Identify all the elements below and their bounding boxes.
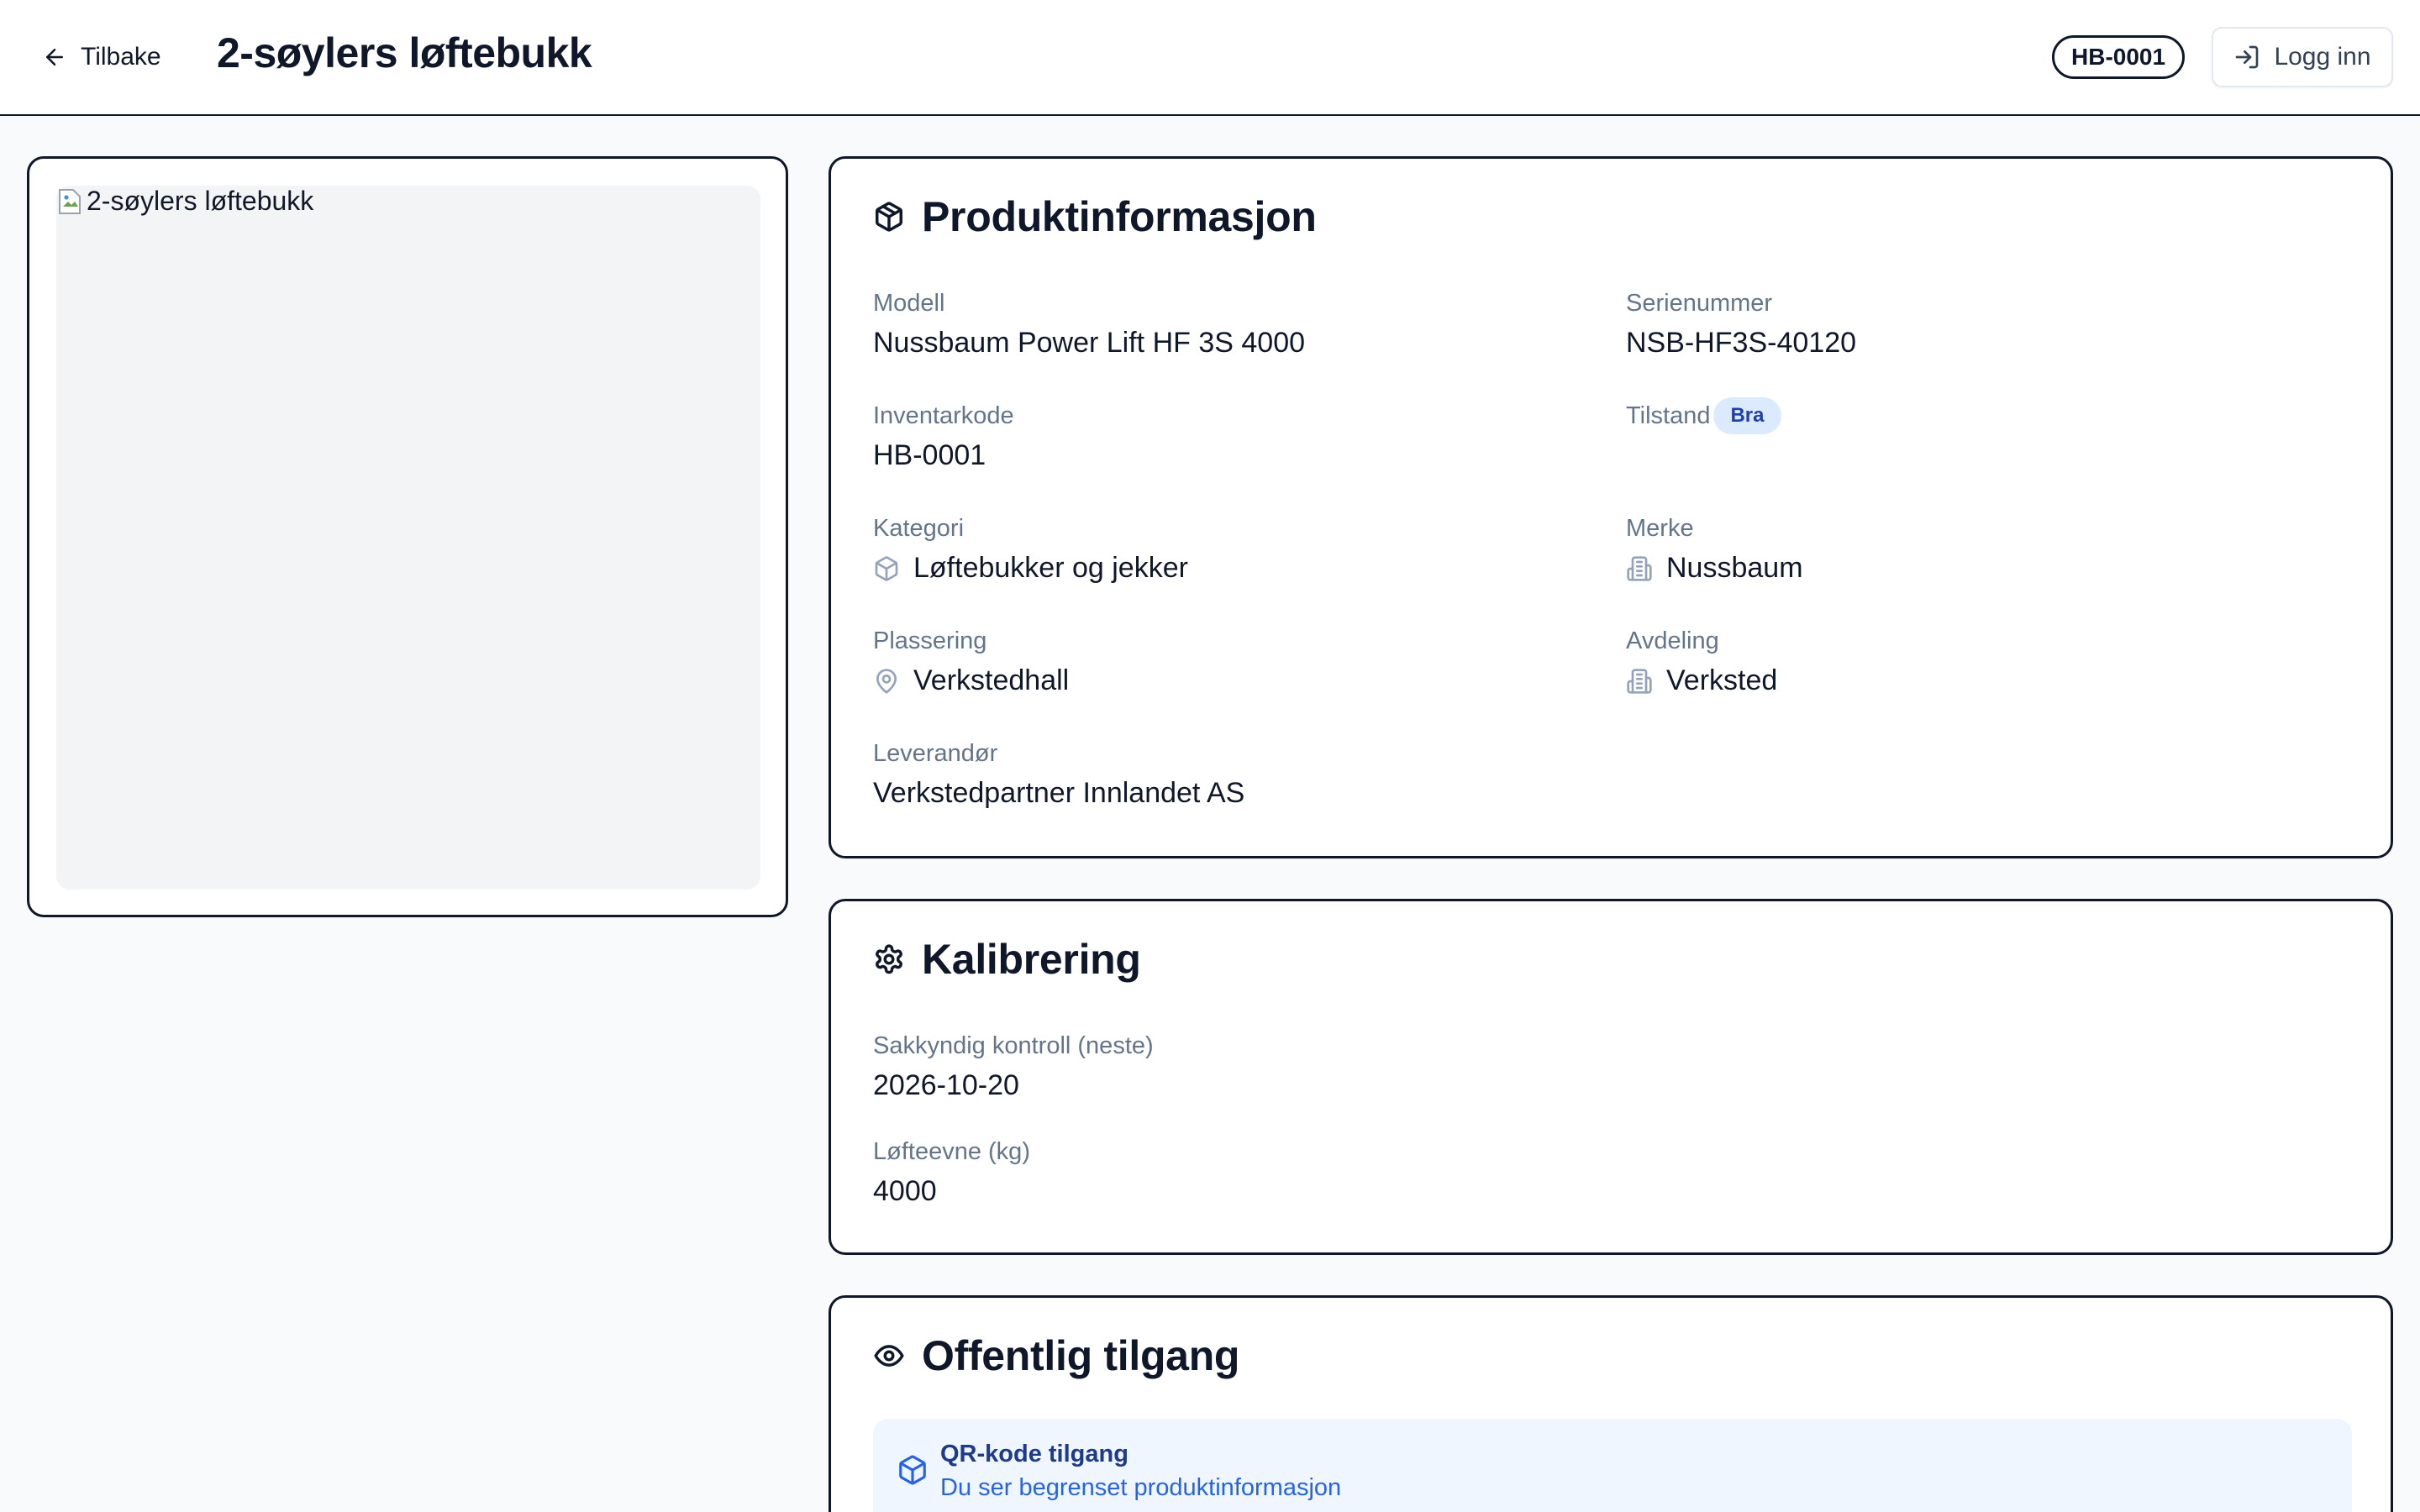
field-value: Nussbaum Power Lift HF 3S 4000 <box>873 327 1306 359</box>
public-access-heading: Offentlig tilgang <box>922 1332 1240 1379</box>
field-value: HB-0001 <box>873 439 986 471</box>
condition-label: Tilstand <box>1626 402 1711 429</box>
public-access-card: Offentlig tilgang QR-kode tilgang Du ser… <box>829 1295 2393 1512</box>
field-value: Verkstedpartner Innlandet AS <box>873 777 1245 809</box>
field-label: Avdeling <box>1626 627 1719 654</box>
top-header: Tilbake 2-søylers løftebukk HB-0001 Logg… <box>0 0 2420 116</box>
location-value: Verkstedhall <box>913 664 1070 696</box>
product-image: 2-søylers løftebukk <box>56 186 313 217</box>
qr-access-subtitle: Du ser begrenset produktinformasjon <box>940 1474 1342 1501</box>
calibration-card: Kalibrering Sakkyndig kontroll (neste) 2… <box>829 899 2393 1255</box>
product-info-card: Produktinformasjon Modell Nussbaum Power… <box>829 156 2393 858</box>
field-label: Inventarkode <box>873 402 1014 429</box>
field-inspection: Sakkyndig kontroll (neste) 2026-10-20 <box>873 1029 1154 1102</box>
field-serial: Serienummer NSB-HF3S-40120 <box>1626 286 1856 360</box>
log-in-icon <box>2236 45 2259 69</box>
building-icon <box>1627 668 1652 694</box>
field-value: Verkstedhall <box>873 664 1069 697</box>
package-icon <box>899 1455 926 1485</box>
field-capacity: Løfteevne (kg) 4000 <box>873 1135 1030 1208</box>
field-label: Plassering <box>873 627 987 654</box>
product-image-placeholder <box>56 186 760 890</box>
back-label: Tilbake <box>81 43 161 71</box>
inventory-code-badge: HB-0001 <box>2052 35 2186 79</box>
category-value: Løftebukker og jekker <box>913 552 1188 584</box>
field-label: Serienummer <box>1626 289 1773 317</box>
product-image-card: 2-søylers løftebukk <box>27 156 788 917</box>
field-condition: Tilstand Bra <box>1626 397 1781 434</box>
field-location: Plassering Verkstedhall <box>873 624 1069 697</box>
field-label: Leverandør <box>873 739 998 767</box>
field-category: Kategori Løftebukker og jekker <box>873 512 1188 585</box>
field-value: Nussbaum <box>1626 552 1803 585</box>
calibration-title: Kalibrering <box>873 935 1141 984</box>
page-title: 2-søylers løftebukk <box>217 29 592 76</box>
field-value: 4000 <box>873 1175 937 1207</box>
field-label: Sakkyndig kontroll (neste) <box>873 1032 1154 1059</box>
field-value: 2026-10-20 <box>873 1069 1019 1101</box>
field-supplier: Leverandør Verkstedpartner Innlandet AS <box>873 737 1244 810</box>
building-icon <box>1627 555 1652 581</box>
package-icon <box>875 555 898 581</box>
product-info-heading: Produktinformasjon <box>922 193 1317 240</box>
field-inventory-code: Inventarkode HB-0001 <box>873 399 1014 472</box>
field-label: Tilstand Bra <box>1626 397 1781 434</box>
public-access-title: Offentlig tilgang <box>873 1331 1239 1380</box>
package-icon <box>876 202 902 232</box>
qr-access-title: QR-kode tilgang <box>940 1441 1128 1467</box>
field-model: Modell Nussbaum Power Lift HF 3S 4000 <box>873 286 1305 360</box>
field-value: NSB-HF3S-40120 <box>1626 327 1857 359</box>
image-alt-text: 2-søylers løftebukk <box>87 186 314 216</box>
field-brand: Merke Nussbaum <box>1626 512 1803 585</box>
product-info-title: Produktinformasjon <box>873 192 1317 241</box>
broken-image-icon <box>56 186 83 217</box>
field-label: Kategori <box>873 514 965 542</box>
condition-badge: Bra <box>1713 397 1781 434</box>
department-value: Verksted <box>1666 664 1778 696</box>
field-label: Løfteevne (kg) <box>873 1137 1030 1165</box>
gear-icon <box>876 944 902 974</box>
brand-value: Nussbaum <box>1666 552 1803 584</box>
arrow-left-icon <box>46 49 63 66</box>
field-value: Løftebukker og jekker <box>873 552 1188 585</box>
eye-icon <box>874 1345 904 1367</box>
login-label: Logg inn <box>2274 43 2371 71</box>
field-label: Modell <box>873 289 945 317</box>
login-button[interactable]: Logg inn <box>2212 27 2393 87</box>
field-department: Avdeling Verksted <box>1626 624 1777 697</box>
calibration-heading: Kalibrering <box>922 936 1141 983</box>
field-value: Verksted <box>1626 664 1777 697</box>
field-label: Merke <box>1626 514 1694 542</box>
qr-access-notice: QR-kode tilgang Du ser begrenset produkt… <box>873 1419 2352 1512</box>
back-button[interactable]: Tilbake <box>42 37 161 77</box>
map-pin-icon <box>876 668 897 694</box>
